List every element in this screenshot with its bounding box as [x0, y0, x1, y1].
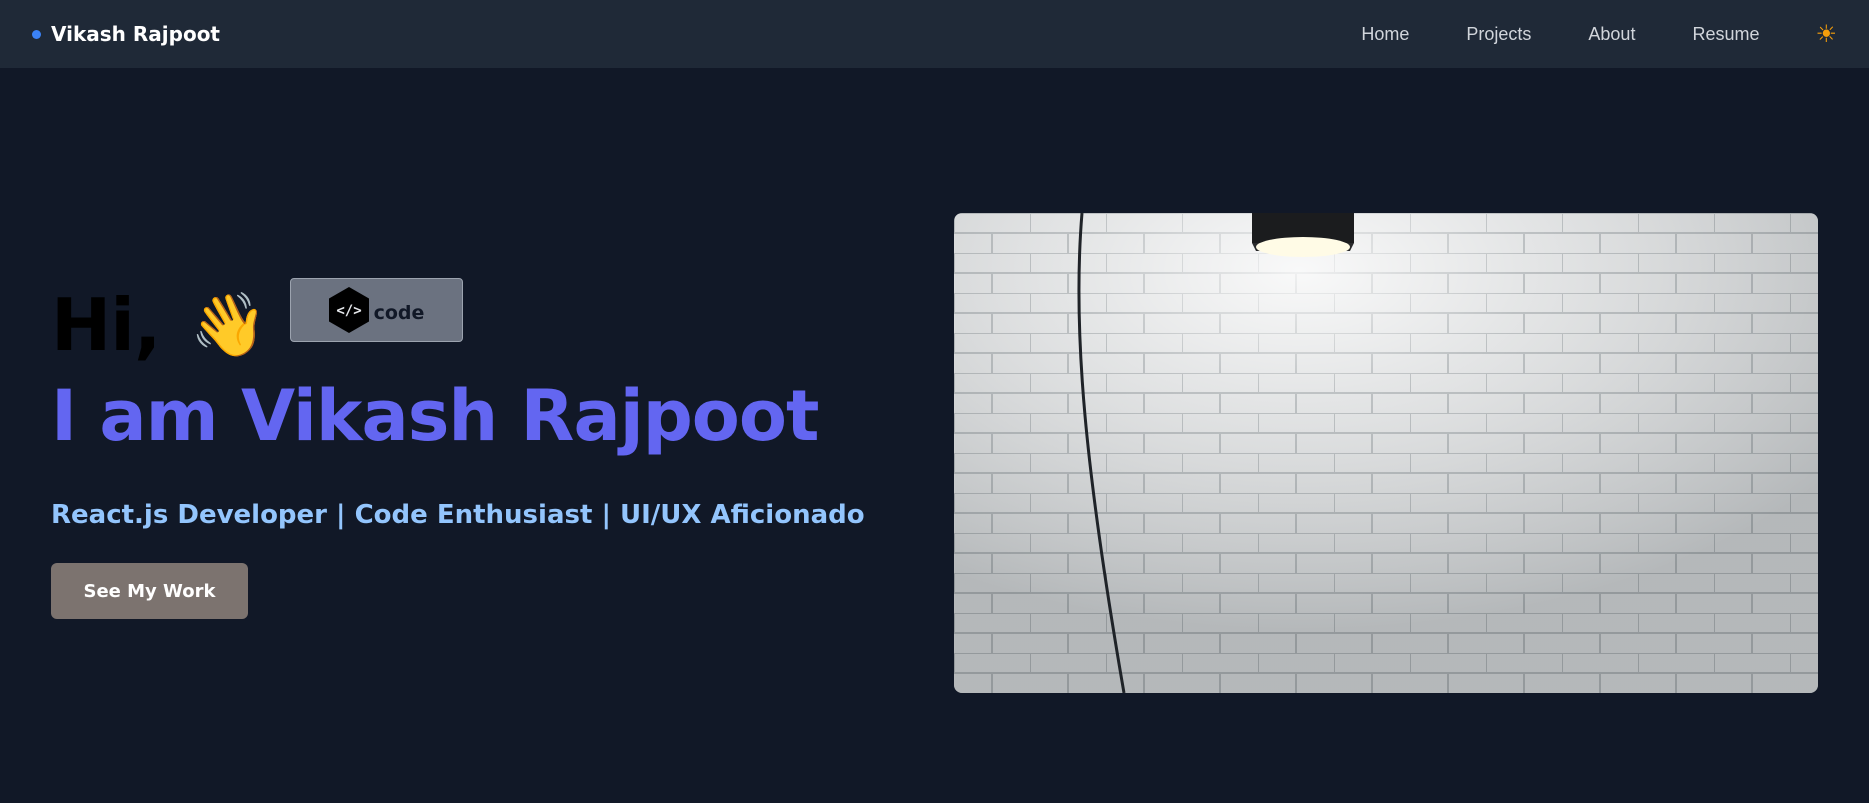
code-badge-label: code [373, 302, 425, 324]
nav-link-projects[interactable]: Projects [1466, 24, 1531, 45]
code-hexagon-icon: </> [328, 287, 369, 333]
theme-toggle-button[interactable]: ☀ [1815, 22, 1837, 46]
code-badge: </> code [289, 278, 463, 342]
brick-wall-lamp-image [954, 213, 1818, 693]
hero-intro: Hi, 👋 </> code I am Vikash Rajpoot React… [51, 278, 911, 619]
code-glyph: </> [336, 303, 361, 319]
hero-headline: I am Vikash Rajpoot [51, 375, 819, 457]
hero-image [954, 213, 1818, 693]
brand-name: Vikash Rajpoot [51, 22, 220, 46]
nav-link-about[interactable]: About [1588, 24, 1635, 45]
brand-dot-icon [32, 29, 41, 39]
see-my-work-button[interactable]: See My Work [51, 563, 248, 619]
nav-link-home[interactable]: Home [1361, 24, 1409, 45]
nav-links: Home Projects About Resume ☀ [1304, 22, 1837, 46]
navbar: Vikash Rajpoot Home Projects About Resum… [0, 0, 1869, 68]
nav-link-resume[interactable]: Resume [1692, 24, 1759, 45]
greeting-text: Hi, [51, 283, 161, 367]
brand-link[interactable]: Vikash Rajpoot [32, 22, 220, 46]
sun-icon: ☀ [1815, 20, 1837, 48]
waving-hand-icon: 👋 [190, 288, 268, 361]
greeting-row: Hi, 👋 </> code [51, 278, 911, 370]
hero-tagline: React.js Developer | Code Enthusiast | U… [51, 500, 865, 530]
